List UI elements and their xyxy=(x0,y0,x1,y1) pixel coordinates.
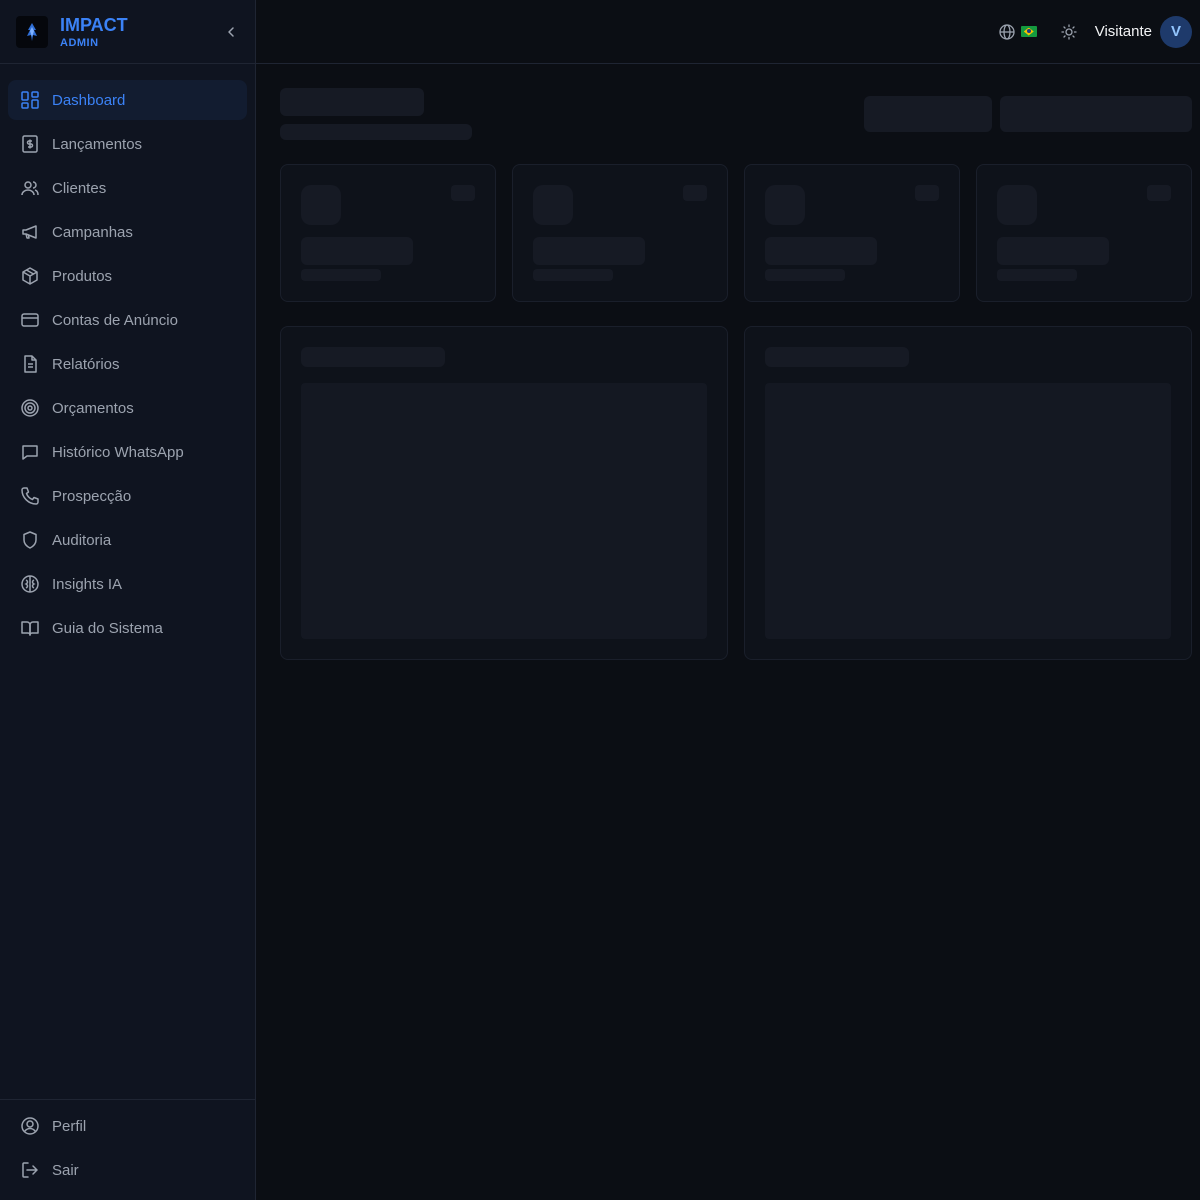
sidebar-item-orcamentos[interactable]: Orçamentos xyxy=(8,388,247,428)
skeleton-badge xyxy=(915,185,939,201)
theme-toggle-button[interactable] xyxy=(1061,23,1077,40)
sidebar-item-label: Produtos xyxy=(52,267,113,285)
skeleton-stat-card xyxy=(976,164,1192,302)
brand-title: IMPACT xyxy=(60,14,128,35)
sidebar-item-guia-do-sistema[interactable]: Guia do Sistema xyxy=(8,608,247,648)
sidebar-item-label: Histórico WhatsApp xyxy=(52,443,184,461)
sidebar-nav: Dashboard Lançamentos Clientes Campanhas… xyxy=(0,64,255,648)
sidebar-item-lancamentos[interactable]: Lançamentos xyxy=(8,124,247,164)
sidebar-item-label: Contas de Anúncio xyxy=(52,311,178,329)
skeleton-stat-card xyxy=(744,164,960,302)
sidebar-item-label: Relatórios xyxy=(52,355,120,373)
logout-icon xyxy=(20,1160,40,1180)
skeleton-label xyxy=(533,269,613,281)
skeleton-chart-panel xyxy=(280,326,728,660)
phone-icon xyxy=(20,486,40,506)
sidebar-item-auditoria[interactable]: Auditoria xyxy=(8,520,247,560)
skeleton-icon xyxy=(533,185,573,225)
sidebar-item-label: Dashboard xyxy=(52,91,126,109)
sidebar-item-insights-ia[interactable]: Insights IA xyxy=(8,564,247,604)
skeleton-action-button xyxy=(1000,96,1192,132)
sidebar-item-historico-whatsapp[interactable]: Histórico WhatsApp xyxy=(8,432,247,472)
sidebar-item-sair[interactable]: Sair xyxy=(8,1150,247,1190)
globe-icon xyxy=(999,23,1015,40)
skeleton-panel-title xyxy=(765,347,909,367)
book-icon xyxy=(20,618,40,638)
skeleton-icon xyxy=(765,185,805,225)
sidebar-item-campanhas[interactable]: Campanhas xyxy=(8,212,247,252)
avatar: V xyxy=(1160,15,1192,48)
file-text-icon xyxy=(20,354,40,374)
dollar-receipt-icon xyxy=(20,134,40,154)
sidebar-footer: Perfil Sair xyxy=(0,1099,255,1200)
sidebar-item-produtos[interactable]: Produtos xyxy=(8,256,247,296)
skeleton-action-button xyxy=(864,96,992,132)
skeleton-value xyxy=(765,237,877,265)
sidebar-item-prospeccao[interactable]: Prospecção xyxy=(8,476,247,516)
skeleton-badge xyxy=(683,185,707,201)
skeleton-panel-body xyxy=(301,383,707,639)
brain-icon xyxy=(20,574,40,594)
sidebar-item-label: Orçamentos xyxy=(52,399,134,417)
skeleton-stat-card xyxy=(512,164,728,302)
sidebar-item-label: Clientes xyxy=(52,179,107,197)
brazil-flag-icon xyxy=(1020,26,1037,37)
skeleton-panel-title xyxy=(301,347,445,367)
user-circle-icon xyxy=(20,1116,40,1136)
skeleton-chart-panel xyxy=(744,326,1192,660)
skeleton-value xyxy=(301,237,413,265)
language-selector[interactable] xyxy=(999,23,1037,40)
collapse-sidebar-button[interactable] xyxy=(221,22,241,42)
skeleton-page-title xyxy=(280,88,424,116)
target-icon xyxy=(20,398,40,418)
sidebar-item-label: Perfil xyxy=(52,1117,87,1135)
package-icon xyxy=(20,266,40,286)
skeleton-stat-card xyxy=(280,164,496,302)
brand-subtitle: ADMIN xyxy=(60,36,99,49)
skeleton-page-subtitle xyxy=(280,124,472,140)
chevron-left-icon xyxy=(228,27,234,37)
skeleton-value xyxy=(533,237,645,265)
megaphone-icon xyxy=(20,222,40,242)
skeleton-icon xyxy=(301,185,341,225)
skeleton-badge xyxy=(451,185,475,201)
sidebar-item-contas-de-anuncio[interactable]: Contas de Anúncio xyxy=(8,300,247,340)
sidebar-item-label: Guia do Sistema xyxy=(52,619,163,637)
sidebar-item-label: Sair xyxy=(52,1161,79,1179)
sidebar-item-label: Campanhas xyxy=(52,223,133,241)
skeleton-panel-body xyxy=(765,383,1171,639)
skeleton-value xyxy=(997,237,1109,265)
brand: IMPACT ADMIN xyxy=(0,0,255,64)
user-name: Visitante xyxy=(1094,23,1152,40)
skeleton-label xyxy=(301,269,381,281)
users-icon xyxy=(20,178,40,198)
sidebar-item-clientes[interactable]: Clientes xyxy=(8,168,247,208)
sun-icon xyxy=(1061,23,1077,40)
credit-card-icon xyxy=(20,310,40,330)
chat-icon xyxy=(20,442,40,462)
skeleton-badge xyxy=(1147,185,1171,201)
skeleton-icon xyxy=(997,185,1037,225)
dashboard-icon xyxy=(20,90,40,110)
shield-icon xyxy=(20,530,40,550)
sidebar-item-relatorios[interactable]: Relatórios xyxy=(8,344,247,384)
logo xyxy=(16,15,48,48)
sidebar-item-perfil[interactable]: Perfil xyxy=(8,1106,247,1146)
user-menu[interactable]: Visitante V xyxy=(1094,15,1192,48)
sidebar-item-label: Lançamentos xyxy=(52,135,143,153)
sidebar-item-label: Insights IA xyxy=(52,575,123,593)
sidebar-item-dashboard[interactable]: Dashboard xyxy=(8,80,247,120)
sidebar-item-label: Prospecção xyxy=(52,487,132,505)
sidebar: IMPACT ADMIN Dashboard Lançamentos Clien… xyxy=(0,0,256,1200)
skeleton-label xyxy=(765,269,845,281)
sidebar-item-label: Auditoria xyxy=(52,531,112,549)
skeleton-label xyxy=(997,269,1077,281)
top-header: Visitante V xyxy=(256,0,1200,64)
